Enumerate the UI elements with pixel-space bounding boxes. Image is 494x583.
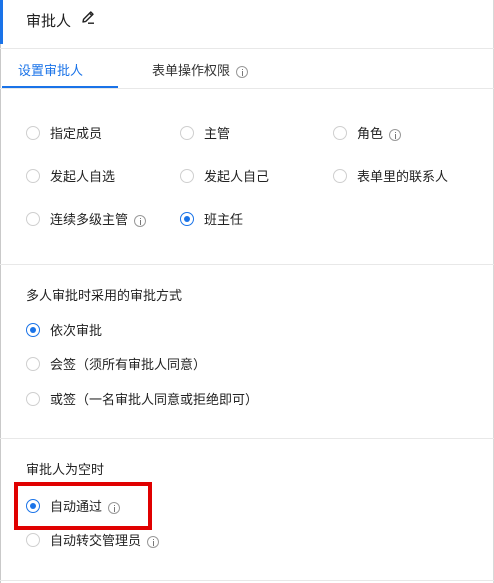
radio-supervisor[interactable]: 主管: [180, 123, 230, 142]
radio-class-teacher[interactable]: 班主任: [180, 209, 243, 228]
tab-form-permissions-label: 表单操作权限: [152, 64, 231, 79]
radio-circle[interactable]: [180, 125, 194, 140]
radio-circle[interactable]: [26, 211, 40, 226]
radio-circle[interactable]: [180, 168, 194, 183]
tabs-divider: [0, 88, 494, 89]
radio-circle[interactable]: [26, 391, 40, 406]
section-divider: [0, 264, 494, 265]
left-border: [0, 44, 1, 583]
radio-label-text: 自动转交管理员: [50, 534, 142, 549]
radio-label: 角色: [357, 123, 402, 142]
radio-circle-checked[interactable]: [180, 211, 194, 226]
info-icon[interactable]: [389, 128, 402, 141]
highlight-box: [14, 482, 152, 530]
radio-multi-level-supervisor[interactable]: 连续多级主管: [26, 209, 147, 228]
radio-circle-checked[interactable]: [26, 322, 40, 337]
bottom-divider: [0, 580, 494, 581]
radio-sequential[interactable]: 依次审批: [26, 320, 102, 339]
radio-circle[interactable]: [26, 168, 40, 183]
radio-circle[interactable]: [26, 125, 40, 140]
radio-transfer-admin[interactable]: 自动转交管理员: [26, 530, 160, 549]
radio-circle[interactable]: [333, 168, 347, 183]
tab-set-approver[interactable]: 设置审批人: [18, 60, 83, 79]
tab-bar: 设置审批人 表单操作权限: [0, 48, 494, 88]
radio-label-text: 角色: [357, 127, 384, 142]
radio-circle[interactable]: [26, 356, 40, 371]
radio-label: 表单里的联系人: [357, 170, 449, 185]
radio-label: 会签（须所有审批人同意）: [50, 358, 207, 373]
radio-form-contact[interactable]: 表单里的联系人: [333, 166, 448, 185]
section-title-empty-approver: 审批人为空时: [26, 463, 105, 478]
radio-label-text: 连续多级主管: [50, 213, 129, 228]
radio-label: 班主任: [204, 213, 244, 228]
radio-or-sign[interactable]: 或签（一名审批人同意或拒绝即可）: [26, 389, 258, 408]
section-divider: [0, 438, 494, 439]
panel-title: 审批人: [26, 12, 72, 30]
radio-countersign[interactable]: 会签（须所有审批人同意）: [26, 354, 206, 373]
radio-label: 主管: [204, 127, 231, 142]
pencil-icon[interactable]: [80, 9, 96, 25]
section-title-multi-approval: 多人审批时采用的审批方式: [26, 289, 183, 304]
radio-label: 依次审批: [50, 324, 103, 339]
info-icon[interactable]: [134, 214, 147, 227]
radio-initiator-self[interactable]: 发起人自己: [180, 166, 269, 185]
radio-circle[interactable]: [333, 125, 347, 140]
info-icon[interactable]: [147, 535, 160, 548]
radio-role[interactable]: 角色: [333, 123, 402, 142]
radio-label: 自动转交管理员: [50, 530, 160, 549]
radio-label: 指定成员: [50, 127, 103, 142]
radio-label: 或签（一名审批人同意或拒绝即可）: [50, 393, 259, 408]
radio-label: 发起人自己: [204, 170, 270, 185]
panel-header: 审批人: [0, 0, 494, 48]
info-icon[interactable]: [236, 65, 249, 78]
radio-label: 连续多级主管: [50, 209, 147, 228]
radio-circle[interactable]: [26, 532, 40, 547]
radio-initiator-choose[interactable]: 发起人自选: [26, 166, 115, 185]
radio-label: 发起人自选: [50, 170, 116, 185]
radio-specified-member[interactable]: 指定成员: [26, 123, 102, 142]
tab-form-permissions[interactable]: 表单操作权限: [152, 60, 249, 79]
